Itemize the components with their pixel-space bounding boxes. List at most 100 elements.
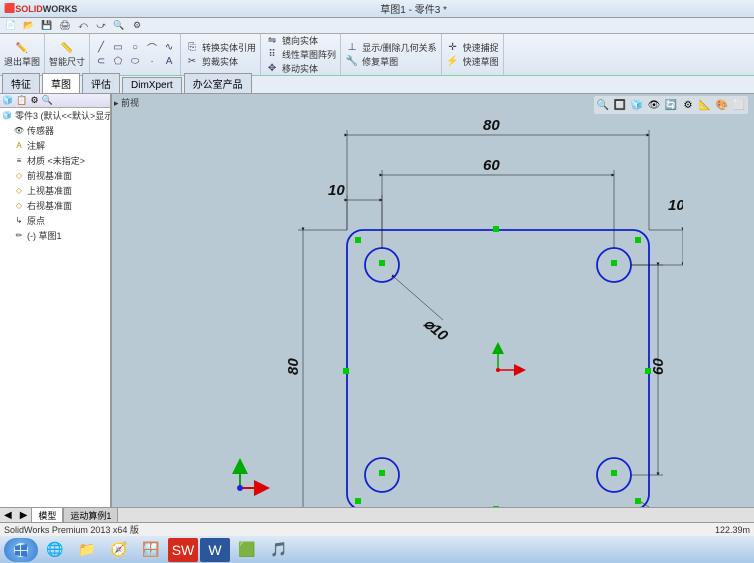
- taskbar-solidworks-icon[interactable]: SW: [168, 538, 198, 562]
- tab-dimxpert[interactable]: DimXpert: [122, 77, 182, 93]
- tree-annotations[interactable]: A注解: [0, 138, 110, 153]
- repair-sketch-button[interactable]: 🔧: [345, 55, 359, 69]
- graphics-viewport[interactable]: 🔍 🔲 🧊 👁 🔄 ⚙ 📐 🎨 ⬜: [112, 94, 754, 536]
- zoom-icon[interactable]: 🔍: [112, 20, 126, 32]
- ribbon-group-tools: ╱ ▭ ○ ⌒ ∿ ⊂ ⬠ ⬭ · A: [90, 34, 181, 75]
- dim-height-80: 80: [285, 358, 302, 375]
- tab-motion-study[interactable]: 运动算例1: [63, 507, 118, 524]
- material-icon: ≡: [14, 156, 24, 166]
- appearance-icon[interactable]: 🎨: [715, 98, 729, 112]
- view-settings-icon[interactable]: ⚙: [681, 98, 695, 112]
- circle-tool-button[interactable]: ○: [128, 41, 142, 55]
- undo-icon[interactable]: ⤺: [76, 20, 90, 32]
- taskbar-explorer-icon[interactable]: 📁: [72, 538, 102, 562]
- trim-entities-button[interactable]: ✂: [185, 55, 199, 69]
- exit-sketch-label: 退出草图: [4, 55, 40, 68]
- linear-pattern-button[interactable]: ⠿: [265, 48, 279, 62]
- tree-tab-icon[interactable]: 📋: [16, 95, 27, 106]
- tree-tab-icon[interactable]: 🔍: [42, 95, 53, 106]
- spline-tool-button[interactable]: ∿: [162, 41, 176, 55]
- tree-origin[interactable]: ↳原点: [0, 213, 110, 228]
- plane-icon: ◇: [14, 201, 24, 211]
- brand-solid: SOLID: [15, 4, 43, 14]
- tree-header: 🧊 📋 ⚙ 🔍: [0, 94, 110, 108]
- sensor-icon: 👁: [14, 126, 24, 136]
- tree-root[interactable]: 🧊零件3 (默认<<默认>显示状态: [0, 108, 110, 123]
- smart-dimension-button[interactable]: 📏: [49, 41, 85, 55]
- ribbon-group-pattern: ⇋镜向实体 ⠿线性草图阵列 ✥移动实体: [261, 34, 341, 75]
- open-icon[interactable]: 📂: [22, 20, 36, 32]
- convert-entities-button[interactable]: ⎘: [185, 41, 199, 55]
- arc-tool-button[interactable]: ⌒: [145, 41, 159, 55]
- bottom-tabs: ◀ ▶ 模型 运动算例1: [0, 507, 754, 522]
- tree-material[interactable]: ≡材质 <未指定>: [0, 153, 110, 168]
- sketch-icon: ✏: [14, 231, 24, 241]
- start-button[interactable]: [4, 538, 38, 562]
- ribbon: ✏️ 退出草图 📏 智能尺寸 ╱ ▭ ○ ⌒ ∿ ⊂ ⬠ ⬭ · A ⎘转换实体…: [0, 34, 754, 76]
- ribbon-group-relations: ⊥显示/删除几何关系 🔧修复草图: [341, 34, 442, 75]
- command-tabs: 特征 草图 评估 DimXpert 办公室产品: [0, 76, 754, 94]
- tab-nav-icon[interactable]: ▶: [16, 510, 32, 521]
- part-icon: 🧊: [2, 111, 12, 121]
- feature-tree[interactable]: 🧊 📋 ⚙ 🔍 🧊零件3 (默认<<默认>显示状态 👁传感器 A注解 ≡材质 <…: [0, 94, 112, 536]
- ribbon-group-exit: ✏️ 退出草图: [0, 34, 45, 75]
- quick-snap-button[interactable]: ✛: [446, 41, 460, 55]
- section-icon[interactable]: 📐: [698, 98, 712, 112]
- plane-icon: ◇: [14, 186, 24, 196]
- taskbar-app-icon[interactable]: 🪟: [136, 538, 166, 562]
- taskbar-app-icon[interactable]: 🧭: [104, 538, 134, 562]
- status-coord: 122.39m: [715, 525, 750, 535]
- tree-tab-icon[interactable]: 🧊: [2, 95, 13, 106]
- move-entities-button[interactable]: ✥: [265, 62, 279, 76]
- taskbar-browser-icon[interactable]: 🌐: [40, 538, 70, 562]
- windows-logo-icon: [13, 542, 29, 558]
- scene-icon[interactable]: ⬜: [732, 98, 746, 112]
- line-tool-button[interactable]: ╱: [94, 41, 108, 55]
- tree-tab-icon[interactable]: ⚙: [30, 95, 38, 106]
- tab-sketch[interactable]: 草图: [42, 73, 80, 93]
- view-triad: [232, 456, 272, 496]
- dim-right-10: 10: [668, 197, 683, 214]
- ribbon-group-dim: 📏 智能尺寸: [45, 34, 90, 75]
- annotation-icon: A: [14, 141, 24, 151]
- tab-evaluate[interactable]: 评估: [82, 73, 120, 93]
- ellipse-tool-button[interactable]: ⬭: [128, 55, 142, 69]
- mirror-button[interactable]: ⇋: [265, 34, 279, 48]
- print-icon[interactable]: 🖨: [58, 20, 72, 32]
- redo-icon[interactable]: ⤻: [94, 20, 108, 32]
- save-icon[interactable]: 💾: [40, 20, 54, 32]
- options-icon[interactable]: ⚙: [130, 20, 144, 32]
- tab-features[interactable]: 特征: [2, 73, 40, 93]
- context-label: ▸ 前视: [114, 96, 139, 109]
- tab-office[interactable]: 办公室产品: [184, 73, 252, 93]
- dim-right-60: 60: [650, 358, 667, 375]
- dim-diameter: ⌀10: [420, 315, 451, 345]
- text-tool-button[interactable]: A: [162, 55, 176, 69]
- tab-model[interactable]: 模型: [31, 507, 63, 524]
- origin-icon: ↳: [14, 216, 24, 226]
- slot-tool-button[interactable]: ⊂: [94, 55, 108, 69]
- ribbon-group-snap: ✛快速捕捉 ⚡快速草图: [442, 34, 504, 75]
- tree-sensors[interactable]: 👁传感器: [0, 123, 110, 138]
- tree-front-plane[interactable]: ◇前视基准面: [0, 168, 110, 183]
- tree-top-plane[interactable]: ◇上视基准面: [0, 183, 110, 198]
- rapid-sketch-button[interactable]: ⚡: [446, 55, 460, 69]
- document-title: 草图1 - 零件3 *: [77, 1, 750, 16]
- tree-sketch1[interactable]: ✏(-) 草图1: [0, 228, 110, 243]
- taskbar-app-icon[interactable]: 🎵: [264, 538, 294, 562]
- dim-edge-10: 10: [328, 182, 345, 199]
- polygon-tool-button[interactable]: ⬠: [111, 55, 125, 69]
- tab-nav-icon[interactable]: ◀: [0, 510, 16, 521]
- new-icon[interactable]: 📄: [4, 20, 18, 32]
- exit-sketch-button[interactable]: ✏️: [4, 41, 40, 55]
- title-bar: 🟥 SOLID WORKS 草图1 - 零件3 *: [0, 0, 754, 18]
- rect-tool-button[interactable]: ▭: [111, 41, 125, 55]
- taskbar-word-icon[interactable]: W: [200, 538, 230, 562]
- status-product: SolidWorks Premium 2013 x64 版: [4, 523, 139, 536]
- point-tool-button[interactable]: ·: [145, 55, 159, 69]
- quick-access-toolbar: 📄 📂 💾 🖨 ⤺ ⤻ 🔍 ⚙: [0, 18, 754, 34]
- smart-dimension-label: 智能尺寸: [49, 55, 85, 68]
- tree-right-plane[interactable]: ◇右视基准面: [0, 198, 110, 213]
- show-relations-button[interactable]: ⊥: [345, 41, 359, 55]
- taskbar-app-icon[interactable]: 🟩: [232, 538, 262, 562]
